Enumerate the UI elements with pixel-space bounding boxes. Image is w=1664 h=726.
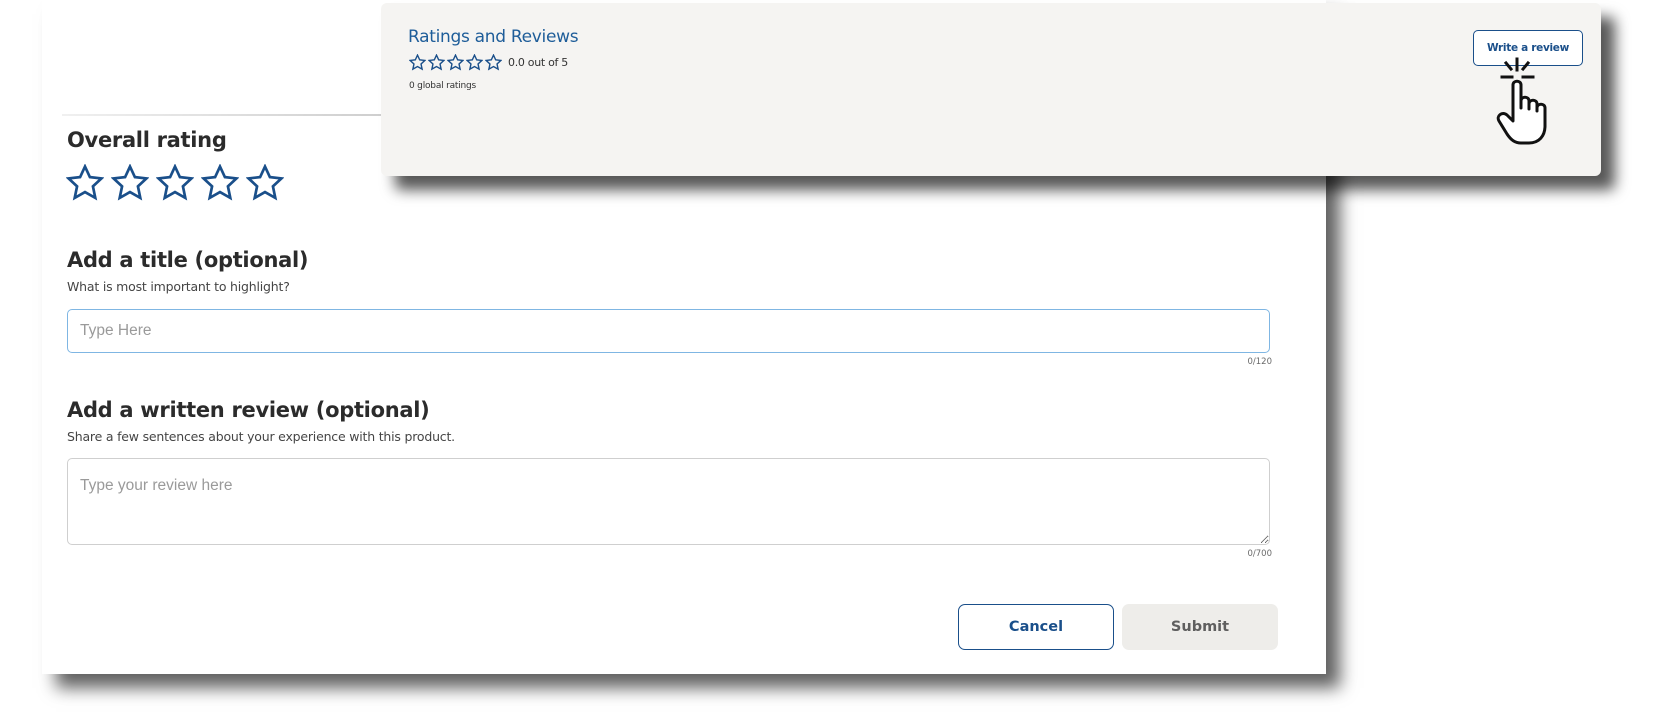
star-icon: [466, 54, 483, 71]
star-icon: [447, 54, 464, 71]
written-review-subtext: Share a few sentences about your experie…: [67, 429, 455, 444]
star-icon: [485, 54, 502, 71]
overall-rating-heading: Overall rating: [67, 128, 227, 152]
global-ratings-count: 0 global ratings: [409, 81, 477, 91]
hand-pointer-click-icon: [1496, 57, 1547, 145]
star-icon: [409, 54, 426, 71]
title-subtext: What is most important to highlight?: [67, 279, 290, 294]
star-icon[interactable]: [201, 164, 239, 202]
star-icon: [428, 54, 445, 71]
average-rating-text: 0.0 out of 5: [508, 56, 568, 69]
star-icon[interactable]: [246, 164, 284, 202]
written-review-heading: Add a written review (optional): [67, 398, 430, 422]
cancel-button[interactable]: Cancel: [958, 604, 1114, 650]
title-char-counter: 0/120: [1247, 357, 1273, 367]
title-heading: Add a title (optional): [67, 248, 309, 272]
average-rating-stars: [409, 54, 502, 71]
submit-button[interactable]: Submit: [1122, 604, 1278, 650]
overall-rating-stars[interactable]: [66, 164, 284, 202]
star-icon[interactable]: [156, 164, 194, 202]
review-char-counter: 0/700: [1247, 549, 1273, 559]
ratings-summary-panel: Ratings and Reviews 0.0 out of 5 0 globa…: [381, 3, 1601, 176]
written-review-textarea[interactable]: [67, 458, 1270, 545]
ratings-reviews-title: Ratings and Reviews: [408, 27, 579, 47]
form-divider: [62, 114, 392, 116]
title-input[interactable]: [67, 309, 1270, 353]
star-icon[interactable]: [66, 164, 104, 202]
screenshot-stage: Overall rating Add a title (optional) Wh…: [0, 0, 1664, 726]
star-icon[interactable]: [111, 164, 149, 202]
